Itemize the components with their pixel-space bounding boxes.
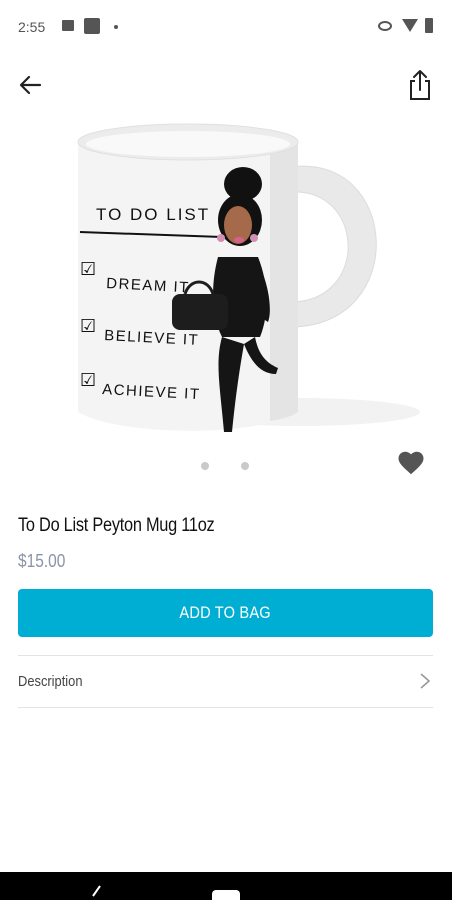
product-title: To Do List Peyton Mug 11oz bbox=[18, 515, 215, 536]
chevron-right-icon bbox=[420, 673, 431, 689]
heart-icon bbox=[398, 451, 424, 475]
status-time: 2:55 bbox=[18, 19, 46, 35]
wifi-icon bbox=[402, 19, 418, 32]
check-icon: ☑ bbox=[80, 316, 96, 337]
dot-icon bbox=[114, 25, 118, 29]
nav-back-icon[interactable] bbox=[90, 884, 102, 900]
favorite-button[interactable] bbox=[396, 448, 426, 478]
description-row[interactable]: Description bbox=[18, 656, 433, 707]
status-bar: 2:55 bbox=[0, 0, 452, 54]
carousel-dot[interactable] bbox=[241, 462, 249, 470]
product-image[interactable]: TO DO LIST ☑ DREAM IT ☑ BELIEVE IT ☑ ACH… bbox=[0, 112, 452, 452]
image-icon bbox=[62, 20, 74, 31]
carousel-dots bbox=[0, 462, 452, 472]
system-nav-bar bbox=[0, 872, 452, 900]
mug-heading: TO DO LIST bbox=[96, 205, 210, 224]
eye-icon bbox=[378, 21, 392, 31]
square-icon bbox=[84, 18, 100, 34]
back-button[interactable] bbox=[14, 70, 48, 100]
carousel-dot[interactable] bbox=[201, 462, 209, 470]
product-price: $15.00 bbox=[18, 551, 66, 571]
check-icon: ☑ bbox=[80, 259, 96, 280]
arrow-left-icon bbox=[19, 75, 42, 95]
description-label: Description bbox=[18, 673, 83, 690]
check-icon: ☑ bbox=[80, 370, 96, 391]
battery-icon bbox=[425, 18, 433, 33]
app-header bbox=[0, 60, 452, 110]
mug-illustration: TO DO LIST ☑ DREAM IT ☑ BELIEVE IT ☑ ACH… bbox=[77, 123, 420, 432]
share-icon bbox=[410, 70, 430, 100]
share-button[interactable] bbox=[404, 68, 436, 102]
add-to-bag-label: ADD TO BAG bbox=[179, 603, 272, 622]
add-to-bag-button[interactable]: ADD TO BAG bbox=[18, 589, 433, 637]
divider bbox=[18, 707, 433, 708]
nav-home-icon[interactable] bbox=[212, 890, 240, 900]
